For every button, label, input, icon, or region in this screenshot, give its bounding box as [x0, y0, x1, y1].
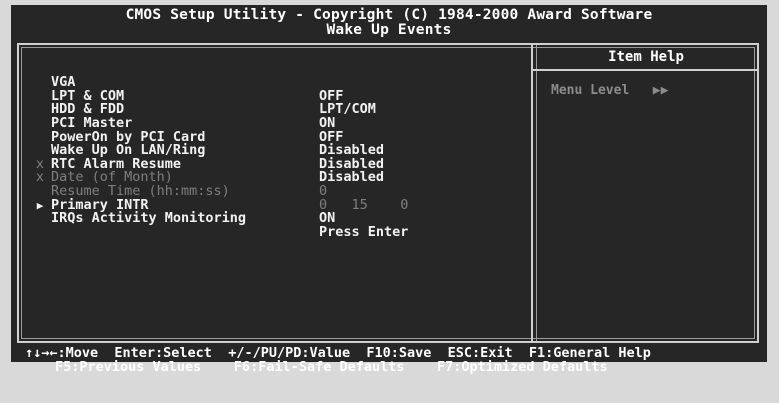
- setting-row-rtc-alarm[interactable]: RTC Alarm Resume Disabled: [33, 131, 523, 184]
- help-separator: [533, 69, 759, 71]
- setting-row-vga[interactable]: VGA OFF: [33, 49, 523, 103]
- title-bar: CMOS Setup Utility - Copyright (C) 1984-…: [11, 8, 767, 38]
- setting-row-lpt-com[interactable]: LPT & COM LPT/COM: [33, 63, 523, 116]
- setting-row-poweron-pci[interactable]: PowerOn by PCI Card Disabled: [33, 103, 523, 157]
- key-help-line-1: ↑↓→←:Move Enter:Select +/-/PU/PD:Value F…: [25, 345, 651, 361]
- page-title: Wake Up Events: [326, 22, 452, 38]
- setting-row-primary-intr[interactable]: Primary INTR ON: [33, 171, 523, 225]
- key-help-footer: ↑↓→←:Move Enter:Select +/-/PU/PD:Value F…: [11, 346, 767, 402]
- setting-label: IRQs Activity Monitoring: [51, 210, 247, 227]
- panel-divider: [531, 43, 533, 343]
- setting-row-resume-time: x Resume Time (hh:mm:ss) 0 15 0: [33, 158, 523, 211]
- key-help-line-2: F5:Previous Values F6:Fail-Safe Defaults…: [55, 359, 608, 375]
- settings-list: VGA OFF LPT & COM LPT/COM HDD & FDD ON P…: [33, 49, 523, 239]
- panel-divider-inner: [536, 45, 537, 341]
- setting-row-irq-monitoring[interactable]: ▶ IRQs Activity Monitoring Press Enter: [33, 185, 523, 239]
- setting-value[interactable]: Press Enter: [319, 225, 408, 240]
- setting-row-wake-lan[interactable]: Wake Up On LAN/Ring Disabled: [33, 117, 523, 171]
- setting-row-hdd-fdd[interactable]: HDD & FDD ON: [33, 76, 523, 130]
- setting-row-date-of-month: x Date (of Month) 0: [33, 144, 523, 197]
- item-help-title: Item Help: [608, 49, 684, 65]
- menu-level-text: Menu Level ▶▶: [551, 83, 669, 98]
- setting-row-pci-master[interactable]: PCI Master OFF: [33, 90, 523, 143]
- copyright-line: CMOS Setup Utility - Copyright (C) 1984-…: [125, 7, 653, 23]
- bios-screen: CMOS Setup Utility - Copyright (C) 1984-…: [11, 5, 767, 374]
- submenu-arrow-icon: ▶: [36, 198, 44, 212]
